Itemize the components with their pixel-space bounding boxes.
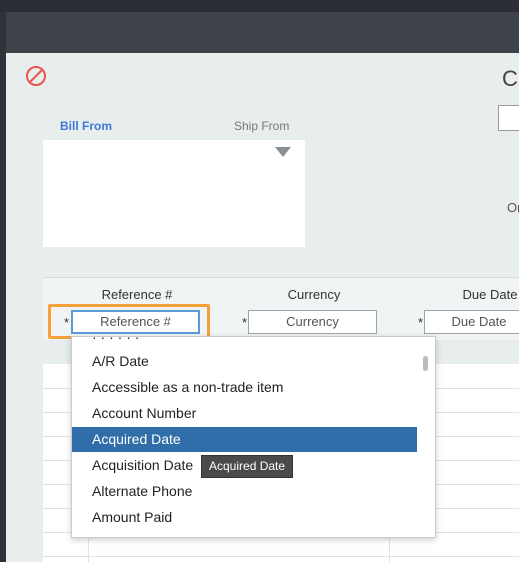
dropdown-item[interactable]: Alternate Phone	[72, 479, 417, 504]
dialog-header-band	[6, 12, 519, 53]
due-date-input[interactable]: Due Date	[424, 310, 519, 334]
dropdown-scrollbar[interactable]	[423, 356, 428, 371]
grid-row-line	[43, 556, 519, 557]
due-date-label: Due Date	[462, 287, 518, 302]
tooltip: Acquired Date	[201, 455, 294, 478]
required-marker: *	[418, 315, 424, 330]
dropdown-item[interactable]: Amount Paid	[72, 505, 417, 530]
currency-label: Currency	[287, 287, 341, 302]
required-marker: *	[242, 315, 248, 330]
partial-input[interactable]	[498, 105, 519, 131]
dropdown-item[interactable]: Account Number	[72, 401, 417, 426]
title-bar	[0, 0, 519, 12]
tab-ship-from[interactable]: Ship From	[234, 119, 289, 133]
address-box[interactable]	[43, 140, 305, 247]
page-title: Cl	[502, 66, 519, 91]
focus-highlight	[48, 304, 210, 339]
caret-down-icon[interactable]	[275, 147, 291, 157]
dropdown-item[interactable]: Accessible as a non-trade item	[72, 375, 417, 400]
dropdown-item[interactable]: A/R Date	[72, 349, 417, 374]
dropdown-partial-item: · · · · · ·	[92, 336, 140, 345]
partial-label: Or	[507, 200, 519, 215]
currency-input[interactable]: Currency	[248, 310, 377, 334]
field-dropdown-list[interactable]: · · · · · · A/R Date Accessible as a non…	[71, 336, 436, 538]
dropdown-item-selected[interactable]: Acquired Date	[72, 427, 417, 452]
reference-label: Reference #	[101, 287, 173, 302]
tab-bill-from[interactable]: Bill From	[60, 119, 112, 133]
cancel-icon[interactable]	[25, 65, 47, 87]
